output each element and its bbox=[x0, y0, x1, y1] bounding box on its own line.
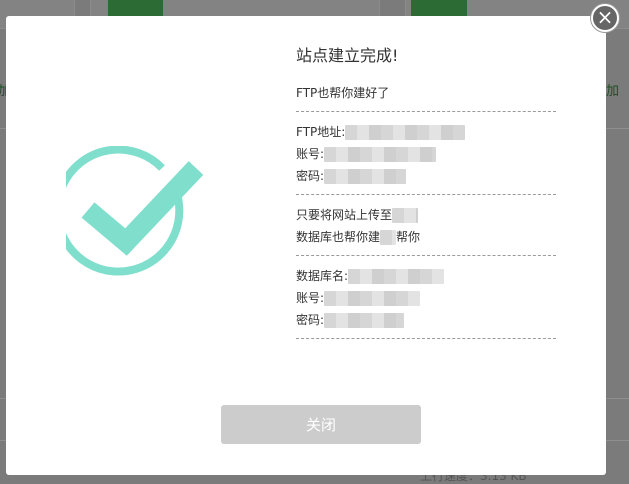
divider bbox=[296, 338, 556, 339]
redacted-value bbox=[380, 230, 397, 245]
divider bbox=[296, 255, 556, 256]
redacted-value bbox=[324, 291, 421, 306]
ftp-address-row: FTP地址: bbox=[296, 121, 556, 143]
close-icon[interactable]: × bbox=[591, 4, 619, 32]
ftp-password-label: 密码: bbox=[296, 169, 325, 183]
db-account-row: 账号: bbox=[296, 287, 556, 309]
ftp-status: FTP也帮你建好了 bbox=[296, 86, 390, 100]
db-password-label: 密码: bbox=[296, 313, 325, 327]
site-created-dialog: 站点建立完成! FTP也帮你建好了 FTP地址: 账号: 密码: 只要将网站上传… bbox=[6, 16, 606, 475]
ftp-password-row: 密码: bbox=[296, 165, 556, 187]
db-password-row: 密码: bbox=[296, 309, 556, 331]
redacted-value bbox=[348, 269, 445, 284]
checkmark-circle-icon bbox=[66, 146, 204, 276]
redacted-value bbox=[324, 147, 437, 162]
background-edge-text: 加 bbox=[606, 84, 620, 99]
redacted-value bbox=[345, 125, 466, 140]
ftp-account-label: 账号: bbox=[296, 147, 325, 161]
db-account-label: 账号: bbox=[296, 291, 325, 305]
db-status-row: 数据库也帮你建 帮你 bbox=[296, 226, 556, 248]
result-info: 站点建立完成! FTP也帮你建好了 FTP地址: 账号: 密码: 只要将网站上传… bbox=[296, 44, 556, 348]
close-button[interactable]: 关闭 bbox=[221, 405, 421, 444]
db-name-label: 数据库名: bbox=[296, 269, 349, 283]
divider bbox=[296, 111, 556, 112]
ftp-account-row: 账号: bbox=[296, 143, 556, 165]
upload-hint: 只要将网站上传至 bbox=[296, 208, 393, 222]
redacted-value bbox=[324, 313, 405, 328]
db-status: 数据库也帮你建 bbox=[296, 230, 381, 244]
upload-hint-row: 只要将网站上传至 bbox=[296, 204, 556, 226]
redacted-value bbox=[324, 169, 407, 184]
db-name-row: 数据库名: bbox=[296, 265, 556, 287]
divider bbox=[296, 194, 556, 195]
ftp-address-label: FTP地址: bbox=[296, 125, 346, 139]
db-status-suffix: 帮你 bbox=[396, 230, 421, 244]
dialog-title: 站点建立完成! bbox=[296, 46, 399, 65]
background-green-bar bbox=[411, 0, 467, 16]
background-green-bar bbox=[108, 0, 163, 16]
redacted-value bbox=[392, 208, 419, 223]
